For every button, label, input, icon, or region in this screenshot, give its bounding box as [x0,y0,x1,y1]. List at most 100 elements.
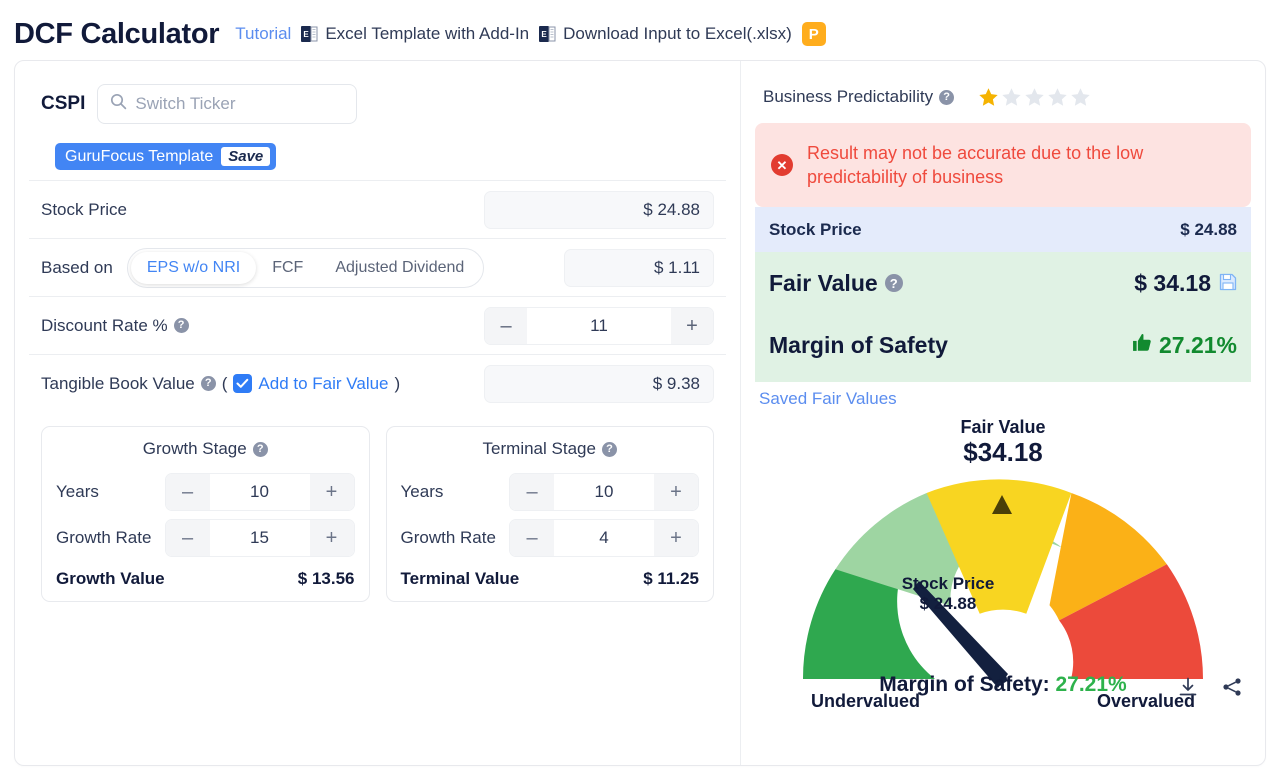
help-icon[interactable]: ? [252,441,268,457]
gauge-stock-price-label: Stock Price [902,574,995,593]
add-to-fair-value-checkbox[interactable] [233,374,253,393]
thumbs-up-icon [1132,332,1153,359]
download-input-label: Download Input to Excel(.xlsx) [563,24,792,43]
help-icon[interactable]: ? [884,274,903,292]
terminal-stage-years-row: Years – 10 + [400,469,699,515]
growth-stage-rate-row: Growth Rate – 15 + [56,515,355,561]
based-on-option-eps[interactable]: EPS w/o NRI [130,251,257,284]
gauge-fair-value-label: Fair Value [960,417,1046,437]
discount-rate-decrement-button[interactable]: – [485,307,527,344]
based-on-segmented-control: EPS w/o NRI FCF Adjusted Dividend [126,247,485,288]
premium-badge[interactable]: P [801,22,826,46]
search-placeholder: Switch Ticker [135,94,236,113]
growth-years-decrement-button[interactable]: – [165,474,210,510]
close-paren: ) [394,373,401,393]
terminal-stage-years-stepper: – 10 + [509,473,699,511]
terminal-rate-value[interactable]: 4 [554,520,654,556]
saved-fair-values-link[interactable]: Saved Fair Values [755,382,1251,409]
based-on-option-fcf[interactable]: FCF [256,252,319,284]
inputs-panel: CSPI Switch Ticker GuruFocus Template Sa… [15,61,741,765]
template-pill[interactable]: GuruFocus Template Save [55,143,277,170]
terminal-rate-increment-button[interactable]: + [654,520,698,556]
help-icon[interactable]: ? [200,376,216,391]
terminal-stage-rate-label: Growth Rate [400,528,496,547]
business-predictability-label: Business Predictability [763,87,934,106]
gauge-stock-price-amount: $ 24.88 [920,594,977,613]
terminal-stage-years-label: Years [400,482,444,501]
result-margin-of-safety-label: Margin of Safety [769,331,948,358]
page-title: DCF Calculator [14,17,220,50]
star-icon-filled [978,87,999,108]
terminal-value-label: Terminal Value [400,569,520,588]
terminal-years-decrement-button[interactable]: – [510,474,554,510]
error-icon: ✕ [771,154,793,176]
save-template-button[interactable]: Save [221,147,271,166]
terminal-value-row: Terminal Value $ 11.25 [401,569,700,589]
terminal-stage-rate-row: Growth Rate – 4 + [400,515,699,561]
star-icon-empty [1001,87,1022,108]
excel-icon: E [301,25,318,43]
growth-years-value[interactable]: 10 [209,474,310,510]
terminal-value-amount: $ 11.25 [643,569,699,588]
template-row: GuruFocus Template Save [29,129,726,180]
growth-value-amount: $ 13.56 [297,569,355,588]
row-discount-rate: Discount Rate % ? – 11 + [29,296,726,354]
based-on-value: $ 1.11 [564,248,714,287]
growth-rate-increment-button[interactable]: + [309,520,354,556]
open-paren: ( [221,373,228,393]
fair-value-gauge: Fair Value $34.18 Stock Price $ 24.88 Un… [755,411,1251,711]
download-input-link[interactable]: E Download Input to Excel(.xlsx) [539,24,792,44]
discount-rate-increment-button[interactable]: + [671,307,713,344]
help-icon[interactable]: ? [173,318,189,333]
row-stock-price: Stock Price $ 24.88 [29,180,726,238]
excel-icon: E [539,25,556,43]
share-icon[interactable] [1221,676,1243,703]
template-name: GuruFocus Template [65,147,214,165]
discount-rate-stepper: – 11 + [484,306,714,345]
ticker-row: CSPI Switch Ticker [29,79,726,129]
gauge-caption-value: 27.21% [1055,673,1127,696]
terminal-years-value[interactable]: 10 [554,474,654,510]
star-icon-empty [1070,87,1091,108]
switch-ticker-input[interactable]: Switch Ticker [97,84,358,124]
terminal-stage-rate-stepper: – 4 + [509,519,699,557]
save-icon[interactable] [1219,270,1237,297]
help-icon[interactable]: ? [601,441,617,457]
tutorial-link[interactable]: Tutorial [235,24,291,44]
row-based-on: Based on EPS w/o NRI FCF Adjusted Divide… [29,238,726,296]
result-stock-price-value: $ 24.88 [1180,219,1237,239]
growth-rate-value[interactable]: 15 [209,520,310,556]
based-on-option-adjusted-dividend[interactable]: Adjusted Dividend [319,252,480,284]
excel-template-label: Excel Template with Add-In [325,24,530,43]
discount-rate-value[interactable]: 11 [527,307,671,344]
terminal-rate-decrement-button[interactable]: – [510,520,554,556]
star-icon-empty [1047,87,1068,108]
result-row-stock-price: Stock Price $ 24.88 [755,207,1251,252]
ticker-symbol: CSPI [41,93,86,114]
predictability-star-rating [978,87,1091,108]
help-icon[interactable]: ? [939,89,955,105]
stock-price-label: Stock Price [41,199,127,219]
result-fair-value-value: $ 34.18 [1134,269,1211,296]
low-predictability-alert: ✕ Result may not be accurate due to the … [755,123,1251,207]
growth-stage-rate-stepper: – 15 + [164,519,355,557]
result-margin-of-safety-value: 27.21% [1158,331,1237,358]
valuation-results-block: Fair Value ? $ 34.18 Margin of Safety 27… [755,252,1251,382]
alert-message: Result may not be accurate due to the lo… [807,142,1144,187]
terminal-years-increment-button[interactable]: + [654,474,698,510]
growth-stage-rate-label: Growth Rate [56,528,152,547]
result-fair-value-label: Fair Value [769,269,878,296]
stage-cards: Growth Stage ? Years – 10 + Growth Rate … [29,412,726,602]
excel-template-link[interactable]: E Excel Template with Add-In [301,24,529,44]
row-tangible-book-value: Tangible Book Value ? ( Add to Fair Valu… [29,354,726,412]
growth-rate-decrement-button[interactable]: – [165,520,210,556]
discount-rate-label: Discount Rate % [41,315,168,335]
svg-text:E: E [304,30,310,39]
growth-stage-card: Growth Stage ? Years – 10 + Growth Rate … [41,426,370,602]
download-icon[interactable] [1177,676,1199,703]
business-predictability-row: Business Predictability ? [755,79,1251,115]
growth-stage-title: Growth Stage [142,439,247,458]
tangible-book-value-label: Tangible Book Value [41,373,195,393]
add-to-fair-value-label[interactable]: Add to Fair Value [258,374,388,394]
growth-years-increment-button[interactable]: + [309,474,354,510]
